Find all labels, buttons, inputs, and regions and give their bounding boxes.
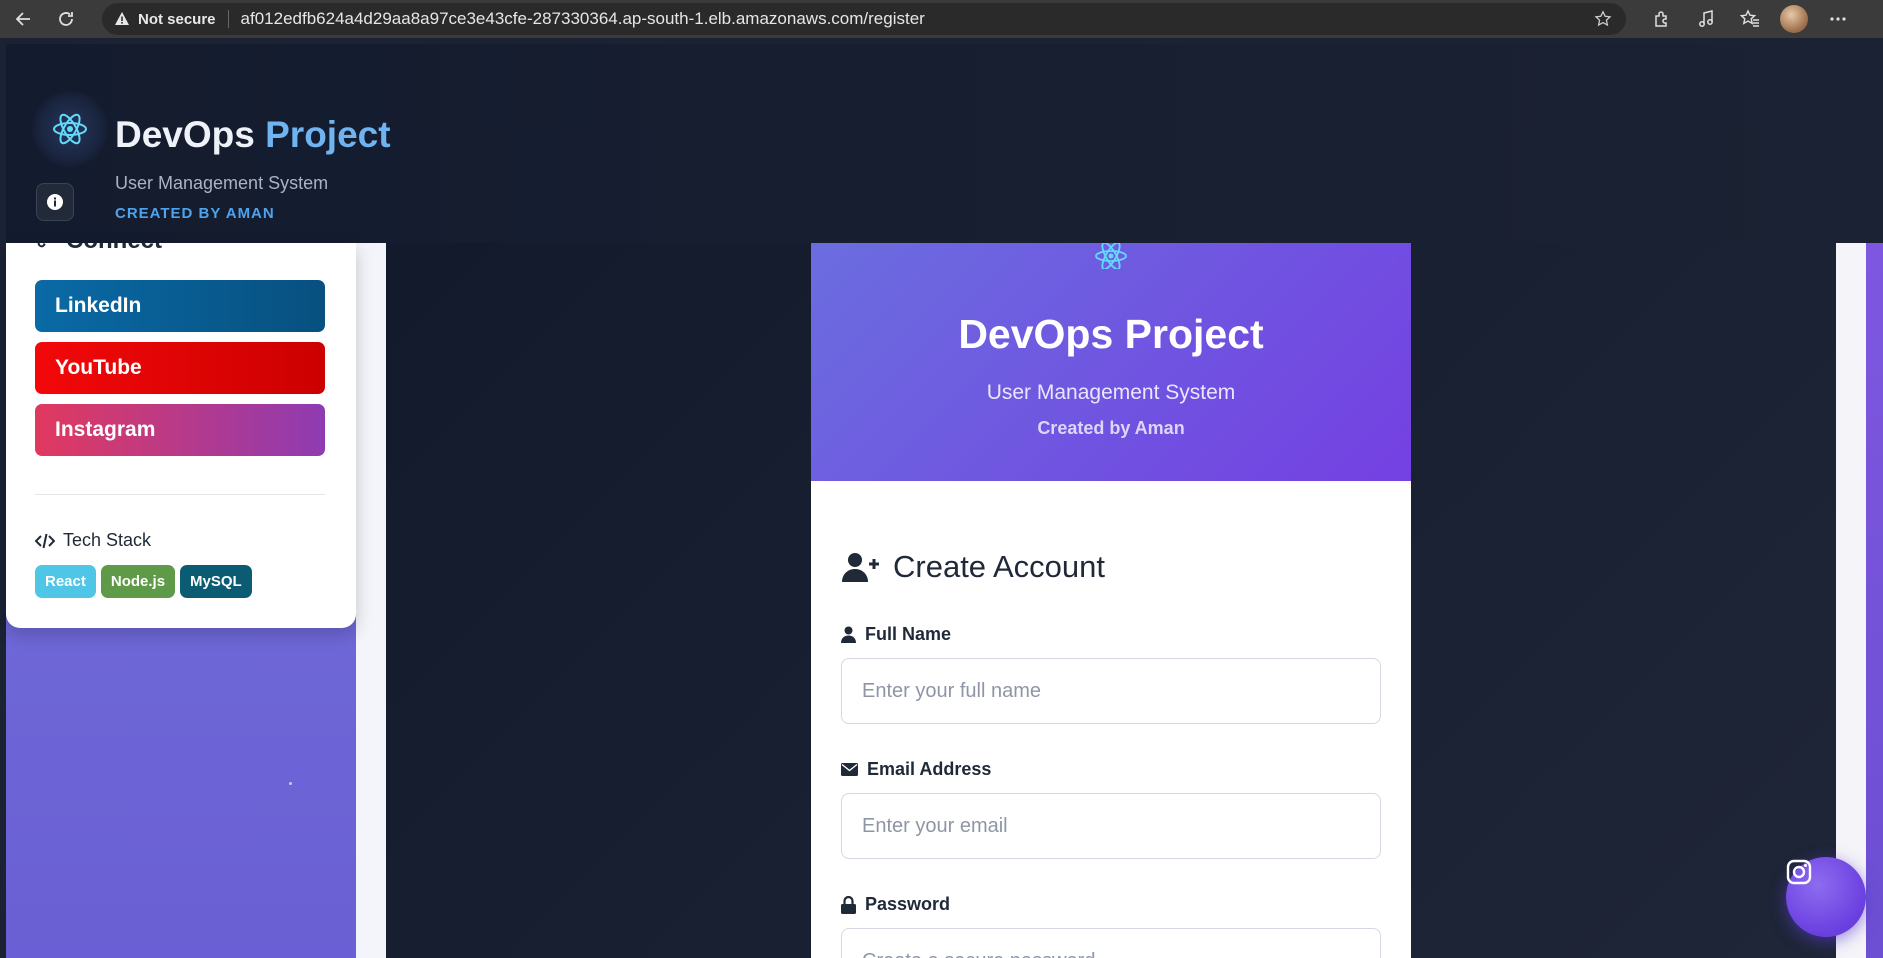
back-button[interactable] — [6, 0, 42, 38]
title-main: DevOps — [115, 114, 255, 155]
password-input[interactable] — [841, 928, 1381, 958]
register-hero-subtitle: User Management System — [986, 381, 1236, 404]
browser-actions — [1640, 0, 1860, 38]
sidebar-divider — [35, 494, 325, 495]
tech-badges: React Node.js MySQL — [35, 565, 252, 598]
arrow-left-icon — [15, 12, 30, 26]
decorative-dot — [289, 782, 292, 785]
badge-react: React — [35, 565, 96, 598]
tech-stack-heading: Tech Stack — [35, 530, 151, 551]
header-creator: CREATED BY AMAN — [115, 205, 275, 222]
star-icon[interactable] — [1594, 10, 1612, 28]
envelope-icon — [841, 763, 858, 776]
password-label: Password — [841, 894, 950, 915]
extensions-button[interactable] — [1640, 0, 1684, 38]
page-title: DevOps Project — [115, 114, 391, 156]
more-icon — [1830, 17, 1846, 21]
instagram-icon[interactable] — [1785, 858, 1813, 886]
full-name-input[interactable] — [841, 658, 1381, 724]
form-heading: Create Account — [841, 549, 1105, 585]
register-hero-title: DevOps Project — [958, 311, 1264, 357]
register-hero-creator: Created by Aman — [1037, 418, 1185, 438]
music-icon — [1699, 10, 1713, 27]
media-button[interactable] — [1684, 0, 1728, 38]
reload-icon — [59, 12, 73, 26]
user-icon — [841, 626, 856, 643]
email-input[interactable] — [841, 793, 1381, 859]
right-background — [1866, 243, 1883, 958]
instagram-button[interactable]: Instagram — [35, 404, 325, 456]
sidebar-card: Connect LinkedIn YouTube Instagram Tech … — [6, 243, 356, 628]
address-bar[interactable]: Not secure af012edfb624a4d29aa8a97ce3e43… — [102, 3, 1626, 35]
address-separator — [227, 10, 229, 28]
favorites-icon — [1740, 9, 1759, 27]
not-secure-label[interactable]: Not secure — [138, 11, 216, 28]
info-icon — [47, 194, 63, 210]
reload-button[interactable] — [48, 0, 84, 38]
linkedin-button[interactable]: LinkedIn — [35, 280, 325, 332]
react-atom-icon — [1095, 243, 1127, 269]
content-right-edge — [1836, 243, 1866, 958]
connect-title-text: Connect — [66, 243, 162, 255]
favorites-button[interactable] — [1728, 0, 1772, 38]
full-name-label-text: Full Name — [865, 624, 952, 644]
more-menu-button[interactable] — [1816, 0, 1860, 38]
user-plus-icon — [842, 553, 879, 582]
puzzle-icon — [1655, 11, 1667, 27]
tech-stack-title: Tech Stack — [63, 530, 152, 550]
warning-icon — [115, 12, 129, 25]
form-title: Create Account — [893, 549, 1105, 584]
react-atom-icon — [53, 113, 87, 145]
youtube-button[interactable]: YouTube — [35, 342, 325, 394]
badge-mysql: MySQL — [180, 565, 252, 598]
register-card: DevOps Project User Management System Cr… — [811, 243, 1411, 958]
code-icon — [35, 533, 55, 548]
register-hero: DevOps Project User Management System Cr… — [811, 243, 1411, 481]
password-label-text: Password — [865, 894, 951, 914]
content-left-edge — [356, 243, 386, 958]
lock-icon — [841, 895, 856, 914]
url-text[interactable]: af012edfb624a4d29aa8a97ce3e43cfe-2873303… — [241, 9, 925, 29]
avatar — [1780, 5, 1808, 33]
badge-nodejs: Node.js — [100, 565, 176, 598]
app-logo — [32, 91, 108, 167]
info-button[interactable] — [36, 183, 74, 221]
full-name-label: Full Name — [841, 624, 951, 645]
app-header: DevOps Project User Management System CR… — [6, 44, 1883, 243]
title-accent: Project — [265, 114, 391, 155]
email-label-text: Email Address — [867, 759, 992, 779]
header-subtitle: User Management System — [115, 173, 329, 193]
browser-toolbar: Not secure af012edfb624a4d29aa8a97ce3e43… — [0, 0, 1883, 38]
link-icon — [37, 243, 46, 248]
profile-button[interactable] — [1772, 0, 1816, 38]
connect-heading: Connect — [34, 243, 162, 255]
email-label: Email Address — [841, 759, 991, 780]
